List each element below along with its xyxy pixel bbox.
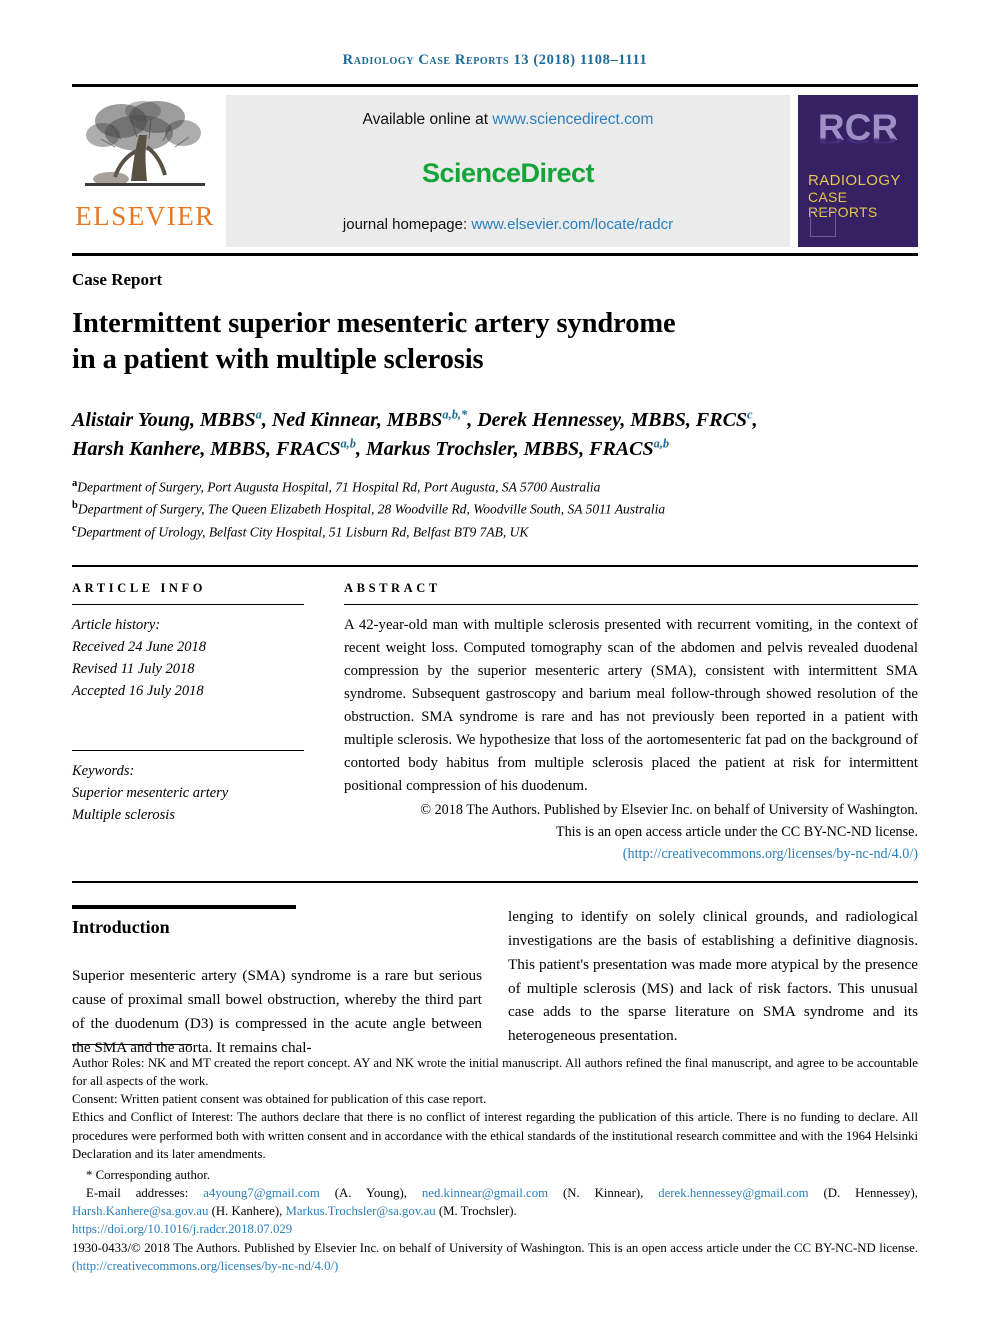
article-history-label: Article history: (72, 617, 161, 634)
email-link-hennessey[interactable]: derek.hennessey@gmail.com (658, 1186, 808, 1200)
sciencedirect-banner: Available online at www.sciencedirect.co… (226, 95, 790, 247)
author-line-1: Alistair Young, MBBSa, Ned Kinnear, MBBS… (72, 406, 918, 435)
page-title: Intermittent superior mesenteric artery … (72, 306, 918, 378)
email-name-young: (A. Young), (319, 1186, 422, 1201)
introduction-paragraph-right: lenging to identify on solely clinical g… (508, 908, 918, 1044)
elsevier-tree-icon (85, 101, 205, 186)
license-link[interactable]: (http://creativecommons.org/licenses/by-… (344, 843, 918, 865)
article-info-label: ARTICLE INFO (72, 581, 207, 596)
footnote-corresponding-author: * Corresponding author. (86, 1167, 211, 1182)
abstract-rule (344, 604, 918, 606)
article-page: Radiology Case Reports 13 (2018) 1108–11… (0, 0, 990, 1320)
article-revised-date: Revised 11 July 2018 (72, 661, 195, 678)
author-line-1-tail: , (752, 408, 758, 431)
footnote-region: Author Roles: NK and MT created the repo… (72, 1044, 918, 1275)
sciencedirect-logo: ScienceDirect (421, 158, 595, 188)
running-head: Radiology Case Reports 13 (2018) 1108–11… (72, 0, 918, 69)
journal-cover-image: RCR RCR RADIOLOGY CASE REPORTS (798, 95, 918, 247)
journal-homepage-link[interactable]: www.elsevier.com/locate/radcr (471, 216, 673, 233)
elsevier-mark-icon (810, 211, 836, 237)
masthead: ELSEVIER Available online at www.science… (72, 84, 918, 247)
journal-homepage-line: journal homepage: www.elsevier.com/locat… (343, 216, 673, 233)
email-link-kanhere[interactable]: Harsh.Kanhere@sa.gov.au (72, 1204, 208, 1218)
email-name-hennessey: (D. Hennessey), (808, 1186, 918, 1201)
emails-label: E-mail addresses: (86, 1186, 204, 1201)
footnote-consent: Consent: Written patient consent was obt… (72, 1092, 487, 1107)
copyright-line-2: This is an open access article under the… (555, 824, 918, 841)
abstract-column: ABSTRACT A 42-year-old man with multiple… (344, 581, 918, 865)
elsevier-wordmark: ELSEVIER (75, 201, 215, 231)
footnote-author-roles: Author Roles: NK and MT created the repo… (72, 1056, 918, 1089)
keyword-item: Superior mesenteric artery (72, 785, 229, 802)
elsevier-logo: ELSEVIER (72, 95, 218, 247)
email-name-kinnear: (N. Kinnear), (548, 1186, 659, 1201)
body-columns: Introduction Superior mesenteric artery … (72, 905, 918, 1059)
article-received-date: Received 24 June 2018 (72, 639, 207, 656)
author-young: Alistair Young, MBBS (72, 408, 256, 431)
body-column-right: lenging to identify on solely clinical g… (508, 905, 918, 1059)
footnote-doi: https://doi.org/10.1016/j.radcr.2018.07.… (72, 1220, 918, 1238)
affiliation-text: Department of Urology, Belfast City Hosp… (76, 524, 529, 540)
rcr-acronym-reflection: RCR (798, 138, 918, 146)
affiliation-text: Department of Surgery, Port Augusta Hosp… (77, 479, 601, 495)
author-kinnear: , Ned Kinnear, MBBS (261, 408, 443, 431)
affiliation-list: aDepartment of Surgery, Port Augusta Hos… (72, 476, 918, 543)
affiliation-item: aDepartment of Surgery, Port Augusta Hos… (72, 476, 918, 498)
article-accepted-date: Accepted 16 July 2018 (72, 683, 204, 700)
footnote-emails: E-mail addresses: a4young7@gmail.com (A.… (72, 1184, 918, 1220)
sciencedirect-link[interactable]: www.sciencedirect.com (492, 111, 653, 128)
abstract-body: A 42-year-old man with multiple sclerosi… (344, 617, 918, 794)
affiliation-text: Department of Surgery, The Queen Elizabe… (77, 501, 666, 517)
article-info-spacer (72, 702, 304, 742)
affiliation-item: cDepartment of Urology, Belfast City Hos… (72, 521, 918, 543)
article-title-line-2: in a patient with multiple sclerosis (72, 343, 484, 375)
running-head-volume: 13 (2018) 1108–1111 (513, 52, 648, 68)
article-info-column: ARTICLE INFO Article history: Received 2… (72, 581, 304, 865)
email-link-kinnear[interactable]: ned.kinnear@gmail.com (422, 1186, 548, 1200)
author-trochsler: , Markus Trochsler, MBBS, FRACS (355, 437, 654, 460)
masthead-bottom-rule (72, 253, 918, 256)
running-head-journal: Radiology Case Reports (342, 52, 510, 68)
body-column-left: Introduction Superior mesenteric artery … (72, 905, 482, 1059)
article-info-rule (72, 604, 304, 606)
email-name-trochsler: (M. Trochsler). (435, 1204, 517, 1219)
issn-copyright-text: 1930-0433/© 2018 The Authors. Published … (72, 1240, 918, 1255)
author-hennessey: , Derek Hennessey, MBBS, FRCS (467, 408, 748, 431)
author-kinnear-affil: a,b,* (442, 407, 468, 422)
available-online-line: Available online at www.sciencedirect.co… (363, 111, 654, 129)
available-online-label: Available online at (362, 111, 493, 128)
author-kanhere-affil: a,b (340, 436, 356, 451)
keywords-label: Keywords: (72, 763, 135, 780)
article-title-line-1: Intermittent superior mesenteric artery … (72, 308, 676, 339)
section-heading-rule (72, 905, 296, 910)
introduction-heading: Introduction (72, 917, 170, 938)
abstract-top-rule (72, 565, 918, 568)
keyword-item: Multiple sclerosis (72, 807, 175, 824)
keywords-rule (72, 750, 304, 752)
abstract-label: ABSTRACT (344, 581, 441, 596)
journal-homepage-label: journal homepage: (342, 216, 472, 233)
rcr-cover-title: RADIOLOGY (808, 172, 901, 189)
author-kanhere: Harsh Kanhere, MBBS, FRACS (72, 437, 341, 460)
info-abstract-region: ARTICLE INFO Article history: Received 2… (72, 581, 918, 865)
footnote-ethics: Ethics and Conflict of Interest: The aut… (72, 1110, 918, 1161)
author-trochsler-affil: a,b (653, 436, 670, 451)
copyright-line-1: © 2018 The Authors. Published by Elsevie… (420, 802, 918, 819)
footnote-rule (72, 1044, 192, 1045)
email-name-kanhere: (H. Kanhere), (208, 1204, 286, 1219)
affiliation-item: bDepartment of Surgery, The Queen Elizab… (72, 498, 918, 520)
footnote-issn-copyright: 1930-0433/© 2018 The Authors. Published … (72, 1239, 918, 1275)
issn-license-link[interactable]: (http://creativecommons.org/licenses/by-… (72, 1259, 338, 1273)
author-line-2: Harsh Kanhere, MBBS, FRACSa,b, Markus Tr… (72, 435, 918, 464)
article-type-label: Case Report (72, 270, 163, 289)
doi-link[interactable]: https://doi.org/10.1016/j.radcr.2018.07.… (72, 1222, 292, 1236)
rcr-cover-subtitle-1: CASE (808, 188, 848, 205)
email-link-young[interactable]: a4young7@gmail.com (203, 1186, 320, 1200)
abstract-copyright: © 2018 The Authors. Published by Elsevie… (344, 799, 918, 865)
abstract-bottom-rule (72, 881, 918, 884)
author-list: Alistair Young, MBBSa, Ned Kinnear, MBBS… (72, 406, 918, 464)
email-link-trochsler[interactable]: Markus.Trochsler@sa.gov.au (286, 1204, 436, 1218)
